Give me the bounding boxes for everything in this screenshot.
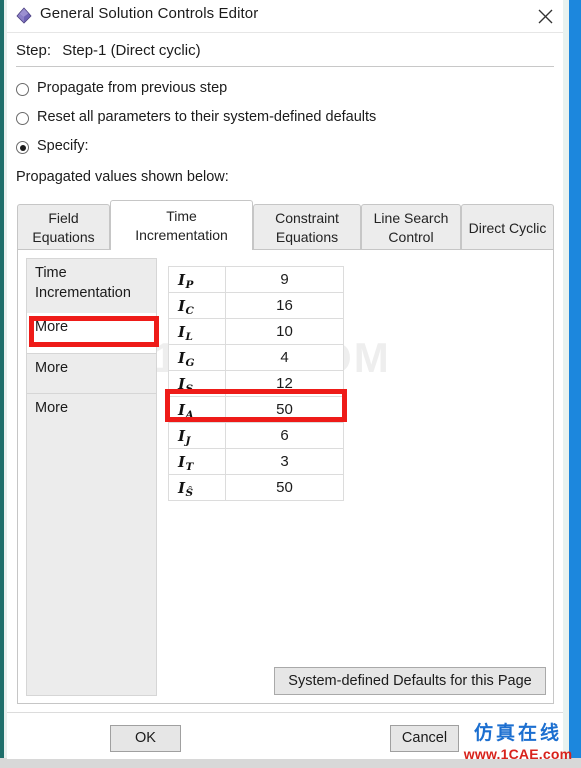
step-divider — [16, 66, 554, 67]
table-row-highlighted[interactable]: IA 50 — [168, 396, 344, 423]
window-bottom-edge-stripe — [0, 758, 581, 768]
dialog-footer: OK Cancel — [7, 712, 563, 759]
abaqus-diamond-icon — [14, 6, 34, 26]
table-cell-key: IJ — [168, 422, 226, 449]
tab-time-incrementation[interactable]: Time Incrementation — [110, 200, 253, 250]
parameter-group-list: Time Incrementation More More More — [26, 258, 157, 696]
table-cell-value[interactable]: 6 — [225, 422, 344, 449]
window-title: General Solution Controls Editor — [40, 5, 259, 22]
table-cell-key: IL — [168, 318, 226, 345]
tab-label-line2: Incrementation — [135, 227, 228, 243]
table-cell-value[interactable]: 50 — [225, 474, 344, 501]
list-item-more-1[interactable]: More — [27, 313, 156, 353]
list-item-label-line2: Incrementation — [35, 285, 131, 301]
table-cell-value[interactable]: 9 — [225, 266, 344, 293]
table-cell-key: IP — [168, 266, 226, 293]
propagated-values-note: Propagated values shown below: — [16, 169, 229, 185]
table-row[interactable]: IL 10 — [168, 318, 344, 345]
radio-label: Specify: — [37, 138, 89, 154]
list-item-label: More — [35, 360, 69, 376]
tab-field-equations[interactable]: Field Equations — [17, 204, 110, 250]
step-label: Step: — [16, 42, 52, 59]
tab-direct-cyclic[interactable]: Direct Cyclic — [461, 204, 554, 250]
tab-label-line1: Time — [166, 208, 197, 224]
title-bar: General Solution Controls Editor — [7, 0, 563, 33]
parameter-value-table: IP 9 IC 16 IL 10 IG 4 IS 12 IA 50 IJ 6 I… — [168, 266, 344, 501]
tab-label-line1: Line Search — [373, 210, 449, 226]
radio-mark — [16, 112, 29, 125]
table-cell-value[interactable]: 4 — [225, 344, 344, 371]
list-item-label: More — [35, 400, 69, 416]
tab-content-panel: 1CAE.COM Time Incrementation More More M… — [17, 249, 554, 704]
tab-line-search-control[interactable]: Line Search Control — [361, 204, 461, 250]
table-cell-value[interactable]: 3 — [225, 448, 344, 475]
table-row[interactable]: IJ 6 — [168, 422, 344, 449]
table-cell-key: IŜ — [168, 474, 226, 501]
table-cell-value[interactable]: 16 — [225, 292, 344, 319]
table-cell-key: IT — [168, 448, 226, 475]
table-row[interactable]: IC 16 — [168, 292, 344, 319]
table-row[interactable]: IP 9 — [168, 266, 344, 293]
tab-strip: Field Equations Time Incrementation Cons… — [17, 200, 554, 250]
table-cell-key: IG — [168, 344, 226, 371]
radio-mark — [16, 83, 29, 96]
window-right-edge-stripe — [569, 0, 581, 768]
table-row[interactable]: IS 12 — [168, 370, 344, 397]
radio-label: Reset all parameters to their system-def… — [37, 109, 377, 125]
list-item-label: More — [35, 319, 69, 335]
list-item-time-incrementation[interactable]: Time Incrementation — [27, 259, 156, 313]
tab-label-line2: Equations — [275, 229, 339, 245]
tab-label-line1: Direct Cyclic — [468, 220, 547, 236]
table-cell-value[interactable]: 50 — [225, 396, 344, 423]
step-line: Step: Step-1 (Direct cyclic) — [16, 42, 201, 59]
tab-label-line2: Control — [388, 229, 434, 245]
table-cell-key: IC — [168, 292, 226, 319]
system-defaults-button[interactable]: System-defined Defaults for this Page — [274, 667, 546, 695]
cancel-button[interactable]: Cancel — [390, 725, 459, 752]
table-cell-key: IA — [168, 396, 226, 423]
tab-constraint-equations[interactable]: Constraint Equations — [253, 204, 361, 250]
tab-label-line1: Field — [48, 210, 79, 226]
step-value: Step-1 (Direct cyclic) — [62, 42, 201, 59]
list-item-more-3[interactable]: More — [27, 393, 156, 433]
table-row[interactable]: IŜ 50 — [168, 474, 344, 501]
tab-label-line2: Equations — [32, 229, 95, 245]
solution-controls-dialog: General Solution Controls Editor Step: S… — [7, 0, 563, 759]
ok-button[interactable]: OK — [110, 725, 181, 752]
table-row[interactable]: IT 3 — [168, 448, 344, 475]
close-icon[interactable] — [530, 2, 560, 30]
list-item-more-2[interactable]: More — [27, 353, 156, 393]
radio-mark-selected — [16, 141, 29, 154]
table-cell-value[interactable]: 12 — [225, 370, 344, 397]
radio-label: Propagate from previous step — [37, 80, 228, 96]
table-cell-key: IS — [168, 370, 226, 397]
list-item-label-line1: Time — [35, 265, 67, 281]
tab-label-line1: Constraint — [275, 210, 339, 226]
table-cell-value[interactable]: 10 — [225, 318, 344, 345]
table-row[interactable]: IG 4 — [168, 344, 344, 371]
